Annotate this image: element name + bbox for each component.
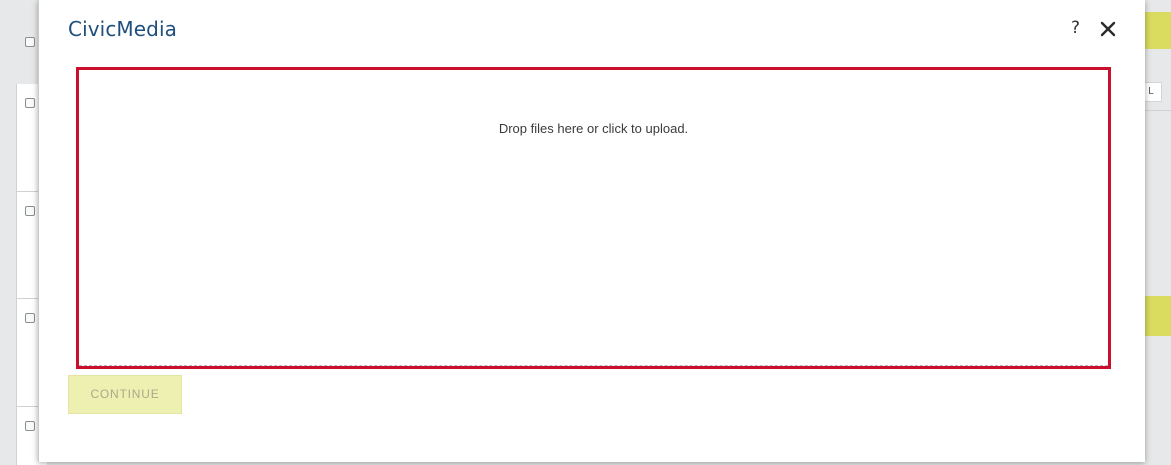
background-checkbox[interactable] — [25, 421, 35, 431]
background-checkbox[interactable] — [25, 98, 35, 108]
modal-title: CivicMedia — [68, 17, 177, 41]
background-checkbox[interactable] — [25, 206, 35, 216]
background-checkbox[interactable] — [25, 313, 35, 323]
background-divider — [1145, 110, 1171, 111]
dropzone-instruction: Drop files here or click to upload. — [498, 121, 689, 136]
background-action-button[interactable] — [1145, 12, 1171, 49]
background-action-button[interactable] — [1145, 296, 1171, 336]
continue-button[interactable]: CONTINUE — [68, 375, 182, 414]
dropzone-divider — [79, 365, 1108, 366]
help-icon[interactable]: ? — [1071, 18, 1080, 38]
upload-modal: CivicMedia ? Drop files here or click to… — [38, 0, 1145, 462]
file-dropzone[interactable]: Drop files here or click to upload. — [76, 67, 1111, 369]
background-checkbox[interactable] — [25, 37, 35, 47]
close-icon[interactable] — [1099, 20, 1117, 38]
